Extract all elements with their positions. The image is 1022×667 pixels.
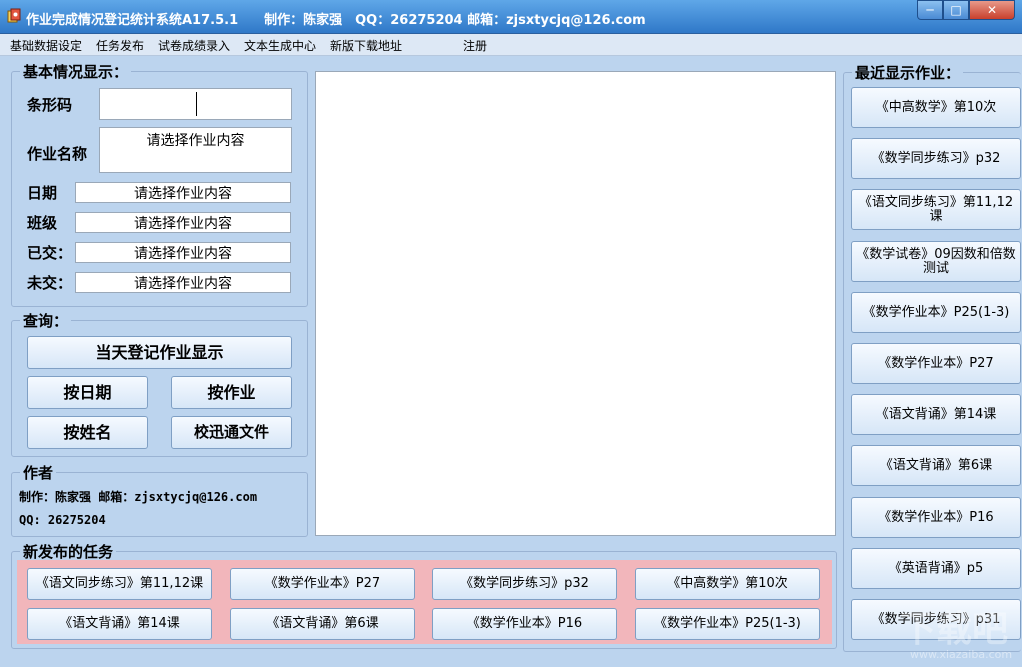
date-field[interactable]: 请选择作业内容 (75, 182, 291, 203)
recent-homework-item[interactable]: 《英语背诵》p5 (851, 548, 1021, 589)
window-title: 作业完成情况登记统计系统A17.5.1 制作：陈家强 QQ：26275204 邮… (26, 13, 646, 28)
watermark-url: www.xiazaiba.com (910, 648, 1013, 661)
by-homework-button[interactable]: 按作业 (171, 376, 292, 409)
new-tasks-area: 《语文同步练习》第11,12课 《数学作业本》P27 《数学同步练习》p32 《… (17, 560, 832, 644)
today-homework-button[interactable]: 当天登记作业显示 (27, 336, 292, 369)
menu-bar: 基础数据设定 任务发布 试卷成绩录入 文本生成中心 新版下载地址 注册 (0, 34, 1022, 56)
barcode-input[interactable] (99, 88, 292, 120)
recent-homework-item[interactable]: 《数学同步练习》p32 (851, 138, 1021, 179)
task-item[interactable]: 《数学作业本》P27 (230, 568, 415, 600)
not-submitted-field[interactable]: 请选择作业内容 (75, 272, 291, 293)
task-item[interactable]: 《数学同步练习》p32 (432, 568, 617, 600)
recent-homework-item[interactable]: 《数学作业本》P25(1-3) (851, 292, 1021, 333)
menu-score-entry[interactable]: 试卷成绩录入 (158, 37, 230, 54)
app-icon (7, 8, 21, 23)
recent-homework-item[interactable]: 《数学作业本》P27 (851, 343, 1021, 384)
by-date-button[interactable]: 按日期 (27, 376, 148, 409)
text-caret (196, 92, 197, 116)
recent-homework-item[interactable]: 《中高数学》第10次 (851, 87, 1021, 128)
homework-display-area[interactable] (315, 71, 836, 536)
recent-homework-title: 最近显示作业： (852, 62, 964, 83)
recent-homework-item[interactable]: 《语文背诵》第14课 (851, 394, 1021, 435)
date-label: 日期 (27, 184, 58, 202)
task-item[interactable]: 《语文背诵》第6课 (230, 608, 415, 640)
title-bar: 作业完成情况登记统计系统A17.5.1 制作：陈家强 QQ：26275204 邮… (0, 0, 1022, 34)
xunxuntong-file-button[interactable]: 校迅通文件 (171, 416, 292, 449)
class-label: 班级 (27, 214, 58, 232)
query-title: 查询： (20, 310, 72, 331)
recent-homework-item[interactable]: 《语文同步练习》第11,12课 (851, 189, 1021, 230)
author-title: 作者 (20, 462, 57, 483)
barcode-label: 条形码 (27, 96, 73, 114)
menu-text-center[interactable]: 文本生成中心 (244, 37, 316, 54)
submitted-field[interactable]: 请选择作业内容 (75, 242, 291, 263)
recent-homework-item[interactable]: 《数学作业本》P16 (851, 497, 1021, 538)
author-line-2: QQ: 26275204 (19, 513, 106, 527)
task-item[interactable]: 《语文同步练习》第11,12课 (27, 568, 212, 600)
basic-info-title: 基本情况显示： (20, 61, 132, 82)
minimize-button[interactable]: ─ (917, 0, 943, 20)
menu-download[interactable]: 新版下载地址 (330, 37, 402, 54)
task-item[interactable]: 《数学作业本》P16 (432, 608, 617, 640)
not-submitted-label: 未交： (27, 274, 73, 292)
task-item[interactable]: 《数学作业本》P25(1-3) (635, 608, 820, 640)
by-name-button[interactable]: 按姓名 (27, 416, 148, 449)
class-field[interactable]: 请选择作业内容 (75, 212, 291, 233)
author-line-1: 制作：陈家强 邮箱：zjsxtycjq@126.com (19, 490, 258, 504)
new-tasks-title: 新发布的任务 (20, 541, 117, 562)
submitted-label: 已交： (27, 244, 73, 262)
homework-name-label: 作业名称 (27, 145, 88, 163)
menu-register[interactable]: 注册 (463, 37, 487, 54)
recent-homework-item[interactable]: 《语文背诵》第6课 (851, 445, 1021, 486)
watermark-logo: 下载吧 (900, 609, 1009, 650)
task-item[interactable]: 《中高数学》第10次 (635, 568, 820, 600)
menu-basic-data[interactable]: 基础数据设定 (10, 37, 82, 54)
close-button[interactable]: ✕ (969, 0, 1015, 20)
menu-task-publish[interactable]: 任务发布 (96, 37, 144, 54)
maximize-button[interactable]: □ (943, 0, 969, 20)
recent-homework-item[interactable]: 《数学试卷》09因数和倍数测试 (851, 241, 1021, 282)
homework-name-field[interactable]: 请选择作业内容 (99, 127, 292, 173)
task-item[interactable]: 《语文背诵》第14课 (27, 608, 212, 640)
